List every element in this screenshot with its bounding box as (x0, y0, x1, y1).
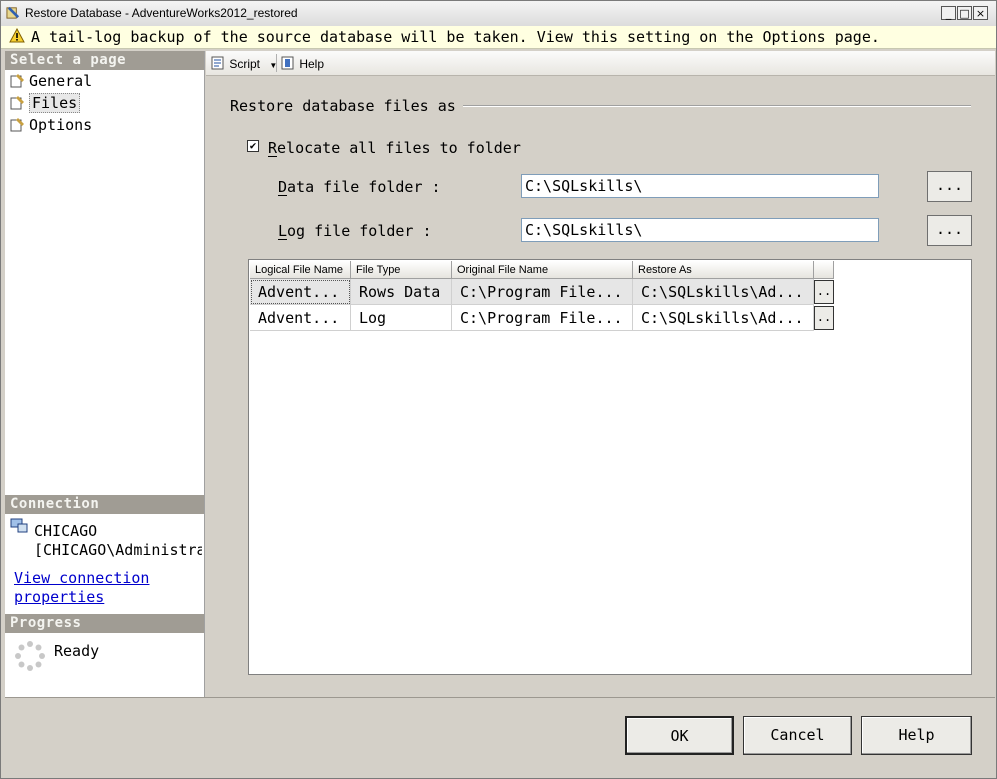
connection-header: Connection (5, 495, 204, 514)
help-button[interactable]: Help (861, 716, 972, 755)
table-cell[interactable]: Advent... (250, 279, 351, 305)
script-icon (211, 56, 224, 70)
title-bar: Restore Database - AdventureWorks2012_re… (1, 1, 996, 27)
page-icon (10, 118, 24, 132)
connection-user: [CHICAGO\Administrator] (34, 541, 202, 559)
mnemonic-underline (278, 239, 287, 240)
data-folder-label: Data file folder : (278, 178, 441, 196)
help-icon (281, 56, 294, 70)
restore-as-browse-button[interactable]: .. (814, 306, 834, 330)
table-cell[interactable]: C:\Program File... (452, 279, 633, 305)
column-header-button (814, 261, 834, 279)
column-header-file-type[interactable]: File Type (351, 261, 452, 279)
column-header-logical-file-name[interactable]: Logical File Name (250, 261, 351, 279)
page-icon (10, 74, 24, 88)
script-button[interactable]: Script ▼ (210, 55, 277, 71)
log-folder-label: Log file folder : (278, 222, 432, 240)
window-title: Restore Database - AdventureWorks2012_re… (25, 6, 298, 20)
minimize-button[interactable]: _ (941, 6, 956, 20)
left-pane: Select a page General Files Options Conn… (5, 51, 205, 697)
table-cell[interactable]: C:\Program File... (452, 305, 633, 331)
warning-bar: A tail-log backup of the source database… (1, 26, 996, 49)
progress-status: Ready (54, 642, 100, 660)
cancel-button[interactable]: Cancel (743, 716, 852, 755)
view-connection-properties-link[interactable]: View connection properties (14, 569, 149, 607)
data-folder-input[interactable]: C:\SQLskills\ (521, 174, 879, 198)
table-cell[interactable]: C:\SQLskills\Ad... (633, 279, 814, 305)
page-item-general[interactable]: General (9, 71, 92, 91)
connection-info: CHICAGO [CHICAGO\Administrator] (34, 522, 202, 568)
progress-header: Progress (5, 614, 204, 633)
link-line-1: View connection (14, 569, 150, 587)
toolbar: Script ▼ Help (206, 51, 995, 76)
page-item-files[interactable]: Files (9, 93, 81, 113)
restore-as-browse-button[interactable]: .. (814, 280, 834, 304)
table-cell[interactable]: C:\SQLskills\Ad... (633, 305, 814, 331)
group-title: Restore database files as (230, 97, 456, 115)
page-item-options[interactable]: Options (9, 115, 92, 135)
footer-divider (5, 697, 995, 698)
maximize-button[interactable]: □ (957, 6, 972, 20)
page-item-label: Options (29, 116, 93, 134)
mnemonic-underline (278, 195, 287, 196)
link-line-2: properties (14, 588, 105, 606)
log-folder-input[interactable]: C:\SQLskills\ (521, 218, 879, 242)
column-header-restore-as[interactable]: Restore As (633, 261, 814, 279)
relocate-label: Relocate all files to folder (268, 139, 521, 157)
server-name: CHICAGO (34, 522, 98, 540)
progress-spinner-icon (15, 641, 45, 671)
page-item-label: General (29, 72, 93, 90)
group-divider (463, 105, 971, 107)
script-label: Script (229, 57, 261, 71)
restore-database-window: Restore Database - AdventureWorks2012_re… (0, 0, 997, 779)
mnemonic-underline (268, 156, 277, 157)
files-grid: Logical File Name File Type Original Fil… (248, 259, 972, 675)
close-button[interactable]: × (973, 6, 988, 20)
data-folder-browse-button[interactable]: ... (927, 171, 972, 202)
table-cell[interactable]: Log (351, 305, 452, 331)
help-label: Help (299, 57, 325, 71)
warning-text: A tail-log backup of the source database… (31, 28, 880, 46)
database-restore-icon (6, 6, 20, 19)
select-page-header: Select a page (5, 51, 204, 70)
relocate-checkbox[interactable]: ✔ (247, 140, 259, 152)
table-cell[interactable]: Rows Data (351, 279, 452, 305)
server-icon (10, 518, 28, 533)
page-icon (10, 96, 24, 110)
log-folder-browse-button[interactable]: ... (927, 215, 972, 246)
page-item-label: Files (29, 93, 81, 113)
ok-button[interactable]: OK (625, 716, 734, 755)
table-cell[interactable]: Advent... (250, 305, 351, 331)
toolbar-separator (276, 54, 277, 72)
toolbar-help-button[interactable]: Help (280, 55, 324, 71)
warning-icon (9, 28, 25, 43)
column-header-original-file-name[interactable]: Original File Name (452, 261, 633, 279)
